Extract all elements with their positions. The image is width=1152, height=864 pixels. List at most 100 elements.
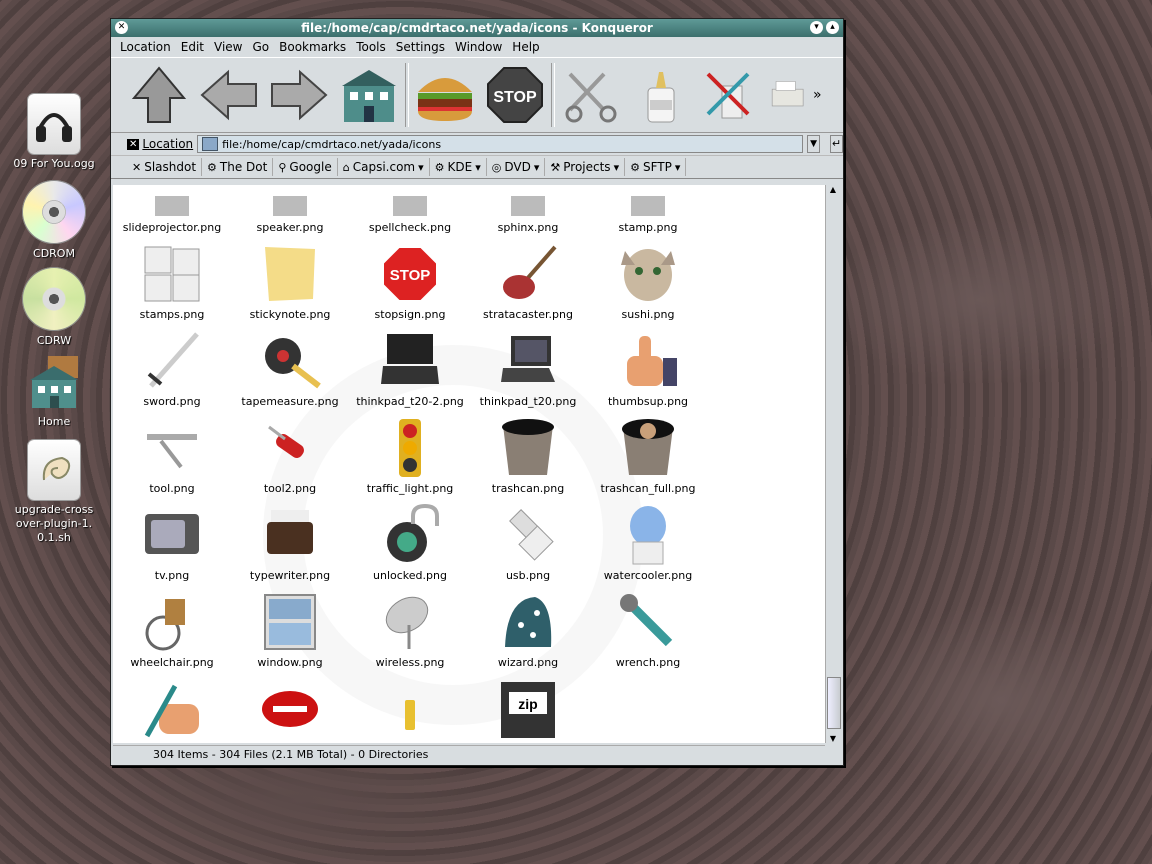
copy-button[interactable] — [627, 61, 695, 129]
file-item[interactable]: watercooler.png — [589, 503, 707, 582]
bookmark-google[interactable]: ⚲ Google — [273, 158, 338, 176]
file-item[interactable]: stratacaster.png — [469, 242, 587, 321]
menu-edit[interactable]: Edit — [176, 40, 209, 54]
file-item[interactable]: thinkpad_t20-2.png — [351, 329, 469, 408]
minimize-icon[interactable]: ▾ — [810, 21, 823, 34]
file-item[interactable]: tv.png — [113, 503, 231, 582]
menu-bookmarks[interactable]: Bookmarks — [274, 40, 351, 54]
file-item[interactable]: unlocked.png — [351, 503, 469, 582]
menu-window[interactable]: Window — [450, 40, 507, 54]
file-item[interactable]: usb.png — [469, 503, 587, 582]
file-item[interactable]: wizard.png — [469, 590, 587, 669]
menu-view[interactable]: View — [209, 40, 247, 54]
file-item[interactable]: writing_hand.png — [113, 677, 231, 743]
desktop-icon-script[interactable]: upgrade-crossover-plugin-1.0.1.sh — [6, 440, 102, 545]
scroll-up-icon[interactable]: ▲ — [826, 185, 840, 194]
menu-tools[interactable]: Tools — [351, 40, 391, 54]
printer-icon — [771, 81, 804, 107]
close-icon[interactable]: ✕ — [115, 21, 128, 34]
tapemeasure-icon — [258, 329, 322, 393]
file-item[interactable]: stamp.png — [589, 185, 707, 234]
file-item[interactable]: trashcan.png — [469, 416, 587, 495]
go-icon[interactable]: ↵ — [830, 135, 843, 153]
bookmark-the-dot[interactable]: ⚙ The Dot — [202, 158, 274, 176]
file-item[interactable]: sword.png — [113, 329, 231, 408]
home-button[interactable] — [335, 61, 403, 129]
cut-button[interactable] — [557, 61, 625, 129]
scrollbar-thumb[interactable] — [827, 677, 841, 729]
stratacaster-icon — [496, 242, 560, 306]
trashcan-icon — [496, 416, 560, 480]
file-label: speaker.png — [256, 221, 324, 234]
konqueror-window[interactable]: ✕ file:/home/cap/cmdrtaco.net/yada/icons… — [110, 18, 844, 766]
tool2-icon — [258, 416, 322, 480]
sushi-icon — [616, 242, 680, 306]
desktop-icon-home[interactable]: Home — [6, 352, 102, 429]
paste-button[interactable] — [697, 61, 765, 129]
writing-hand-icon — [140, 677, 204, 741]
file-item[interactable]: tool.png — [113, 416, 231, 495]
file-item[interactable]: STOP stopsign.png — [351, 242, 469, 321]
file-item[interactable]: sphinx.png — [469, 185, 587, 234]
file-item[interactable]: stickynote.png — [231, 242, 349, 321]
location-input[interactable]: file:/home/cap/cmdrtaco.net/yada/icons — [197, 135, 804, 153]
bookmark-dvd[interactable]: ◎ DVD ▾ — [487, 158, 546, 176]
bookmark-projects[interactable]: ⚒ Projects ▾ — [545, 158, 626, 176]
scroll-down-icon[interactable]: ▼ — [826, 734, 840, 743]
unlocked-icon — [378, 503, 442, 567]
file-item[interactable]: stamps.png — [113, 242, 231, 321]
menu-help[interactable]: Help — [507, 40, 544, 54]
bookmark-sftp[interactable]: ⚙ SFTP ▾ — [625, 158, 687, 176]
file-item[interactable]: thumbsup.png — [589, 329, 707, 408]
location-label[interactable]: ✕ Location — [127, 137, 193, 151]
bookmark-toolbar: ✕ Slashdot ⚙ The Dot ⚲ Google ⌂ Capsi.com ▾ ⚙… — [111, 156, 843, 179]
location-dropdown[interactable]: ▼ — [807, 135, 821, 153]
file-label: thinkpad_t20-2.png — [356, 395, 464, 408]
bookmark-slashdot[interactable]: ✕ Slashdot — [127, 158, 203, 176]
maximize-icon[interactable]: ▴ — [826, 21, 839, 34]
sphinx-icon — [496, 185, 560, 219]
icon-view[interactable]: slideprojector.png speaker.png spellcheck.… — [113, 185, 825, 743]
file-item[interactable]: speaker.png — [231, 185, 349, 234]
back-button[interactable] — [195, 61, 263, 129]
toolbar-more-button[interactable]: » — [809, 87, 822, 103]
stop-button[interactable]: STOP — [481, 61, 549, 129]
menu-location[interactable]: Location — [115, 40, 176, 54]
desktop-icon-cdrom[interactable]: CDROM — [6, 180, 102, 261]
search-icon: ⚲ — [278, 160, 287, 174]
file-item[interactable]: wheelchair.png — [113, 590, 231, 669]
vertical-scrollbar[interactable]: ▲ ▼ — [825, 185, 841, 743]
menu-go[interactable]: Go — [248, 40, 275, 54]
clear-location-icon[interactable]: ✕ — [127, 138, 140, 150]
file-item[interactable]: wireless.png — [351, 590, 469, 669]
file-item[interactable]: window.png — [231, 590, 349, 669]
xchat-icon — [258, 677, 322, 741]
trashcan-full-icon — [616, 416, 680, 480]
file-item[interactable]: tool2.png — [231, 416, 349, 495]
forward-button[interactable] — [265, 61, 333, 129]
menu-settings[interactable]: Settings — [391, 40, 450, 54]
file-item[interactable]: slideprojector.png — [113, 185, 231, 234]
file-item[interactable]: traffic_light.png — [351, 416, 469, 495]
print-button[interactable] — [767, 61, 807, 129]
bookmark-kde[interactable]: ⚙ KDE ▾ — [430, 158, 487, 176]
thumbsup-icon — [616, 329, 680, 393]
hamburger-button[interactable] — [411, 61, 479, 129]
up-button[interactable] — [125, 61, 193, 129]
file-item[interactable]: tapemeasure.png — [231, 329, 349, 408]
bookmark-capsi[interactable]: ⌂ Capsi.com ▾ — [338, 158, 430, 176]
desktop-icon-cdrw[interactable]: CDRW — [6, 267, 102, 348]
file-item[interactable]: trashcan_full.png — [589, 416, 707, 495]
file-item[interactable]: xchat.png — [231, 677, 349, 743]
file-item[interactable]: zipzipdisk.png — [469, 677, 587, 743]
gear-icon: ⚙ — [630, 160, 640, 174]
file-item[interactable]: spellcheck.png — [351, 185, 469, 234]
file-item[interactable]: zip_overlay.png — [351, 677, 469, 743]
desktop-icon-audio[interactable]: 09 For You.ogg — [6, 94, 102, 171]
file-label: tool.png — [149, 482, 195, 495]
file-item[interactable]: sushi.png — [589, 242, 707, 321]
title-bar[interactable]: ✕ file:/home/cap/cmdrtaco.net/yada/icons… — [111, 19, 843, 37]
file-item[interactable]: thinkpad_t20.png — [469, 329, 587, 408]
file-item[interactable]: typewriter.png — [231, 503, 349, 582]
file-item[interactable]: wrench.png — [589, 590, 707, 669]
